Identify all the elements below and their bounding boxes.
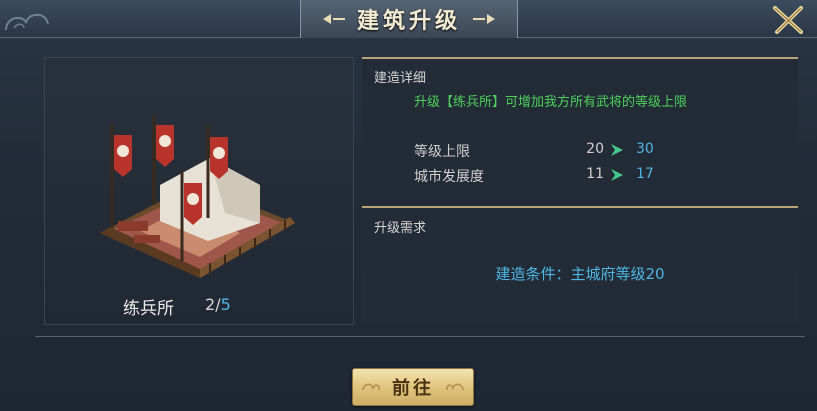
title-ornament-right-icon [473, 14, 495, 24]
building-count-current: 2 [205, 295, 216, 314]
section-divider [362, 206, 798, 208]
dialog-title: 建筑升级 [356, 8, 461, 34]
stat-label: 城市发展度 [414, 169, 484, 185]
details-section-title: 建造详细 [374, 71, 427, 86]
crossed-swords-close-icon [773, 6, 803, 34]
cloud-ornament-icon [446, 383, 464, 391]
stat-row-city-development: 城市发展度 11 17 [414, 166, 714, 186]
go-button-label: 前往 [392, 378, 434, 399]
details-panel: 建造详细 升级【练兵所】可增加我方所有武将的等级上限 等级上限 20 30 城市… [362, 57, 798, 325]
build-condition: 建造条件：主城府等级20 [495, 265, 665, 283]
upgrade-description: 升级【练兵所】可增加我方所有武将的等级上限 [414, 95, 688, 110]
building-preview-panel: 练兵所 2/5 [44, 57, 354, 325]
stat-current-value: 20 [586, 141, 604, 157]
building-name: 练兵所 [123, 299, 174, 319]
training-camp-building-image [100, 115, 295, 278]
cloud-ornament-icon [362, 383, 380, 391]
building-count: 2/5 [205, 295, 231, 314]
title-plate: 建筑升级 [300, 0, 518, 38]
bottom-divider [35, 336, 805, 337]
upgrade-dialog: 建筑升级 练兵所 2/5 建造详细 升级【练兵所】可增加我方所有武将的等级上限 … [0, 0, 817, 411]
close-button[interactable] [767, 2, 811, 38]
go-button[interactable]: 前往 [352, 368, 474, 406]
requirements-section-title: 升级需求 [374, 221, 427, 236]
stat-next-value: 17 [636, 166, 654, 182]
stat-current-value: 11 [586, 166, 604, 182]
title-ornament-left-icon [322, 14, 345, 24]
right-arrow-icon [611, 169, 623, 181]
right-arrow-icon [611, 144, 623, 156]
stat-row-level-cap: 等级上限 20 30 [414, 141, 714, 161]
stat-label: 等级上限 [414, 144, 470, 160]
stat-next-value: 30 [636, 141, 654, 157]
building-count-max: 5 [220, 295, 231, 314]
title-bar: 建筑升级 [0, 0, 817, 38]
cloud-ornament-icon [5, 13, 49, 31]
